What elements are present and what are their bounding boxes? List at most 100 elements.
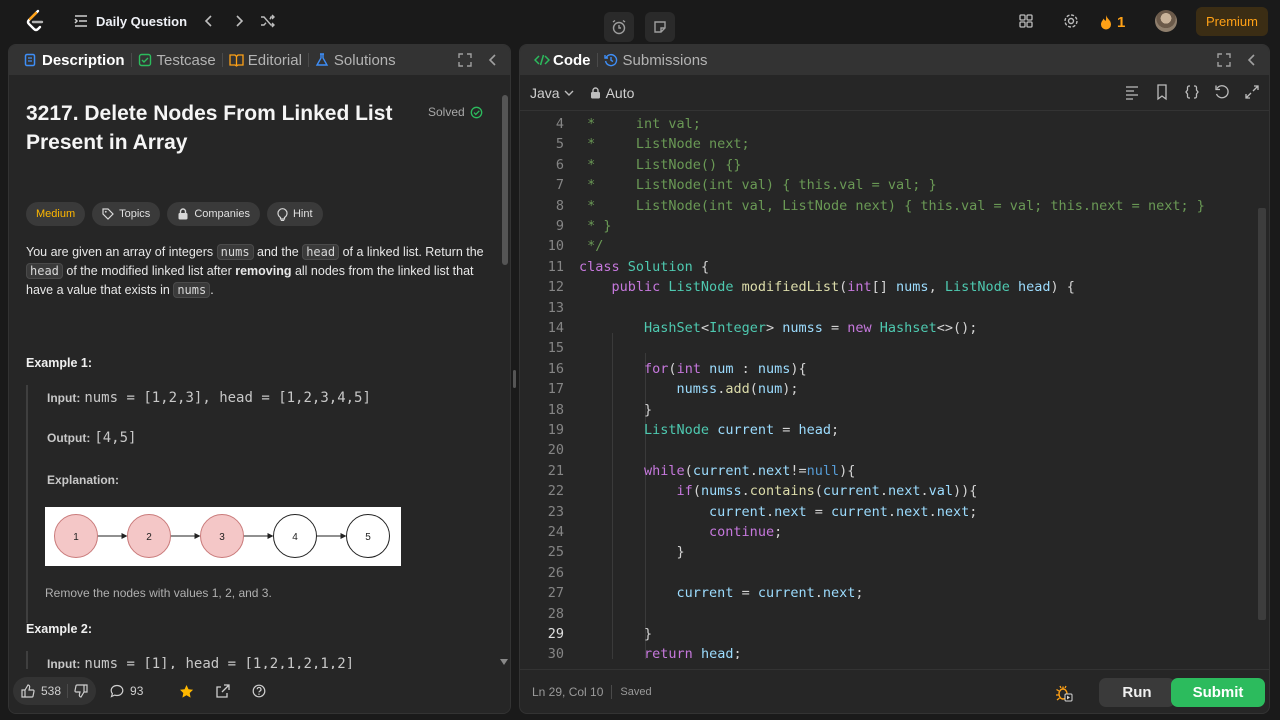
code-line[interactable]: 29 } — [520, 624, 652, 644]
layout-grid-icon[interactable] — [1015, 10, 1037, 32]
code-line[interactable]: 16 for(int num : nums){ — [520, 359, 807, 379]
like-button[interactable]: 538 — [13, 677, 97, 705]
premium-button[interactable]: Premium — [1196, 7, 1268, 36]
expand-editor-icon[interactable] — [1243, 83, 1261, 101]
share-icon[interactable] — [208, 677, 238, 705]
testcase-check-icon — [138, 53, 152, 67]
companies-chip[interactable]: Companies — [167, 202, 260, 226]
favorite-star-icon[interactable] — [171, 677, 202, 705]
thumbs-down-icon[interactable] — [74, 684, 88, 698]
run-button[interactable]: Run — [1099, 678, 1175, 707]
tab-description[interactable]: Description — [17, 45, 131, 75]
code-line[interactable]: 11 class Solution { — [520, 257, 709, 277]
code-text: return head; — [579, 644, 742, 659]
mode-label: Auto — [605, 84, 635, 101]
code-line[interactable]: 4 * int val; — [520, 114, 701, 134]
tab-editorial-label: Editorial — [247, 51, 302, 69]
leetcode-logo-icon[interactable] — [22, 8, 48, 34]
collapse-panel-chevron-left-icon[interactable] — [488, 53, 498, 67]
code-line[interactable]: 5 * ListNode next; — [520, 134, 750, 154]
curly-braces-icon[interactable] — [1183, 83, 1201, 101]
desc-text: of a linked list. Return the — [339, 245, 484, 259]
maximize-panel-icon[interactable] — [458, 53, 472, 67]
inline-code: nums — [216, 244, 254, 260]
timer-alarm-icon[interactable] — [604, 12, 634, 42]
notes-icon[interactable] — [645, 12, 675, 42]
code-line[interactable]: 10 */ — [520, 236, 604, 256]
user-avatar[interactable] — [1155, 10, 1177, 32]
daily-question-link[interactable]: Daily Question — [74, 10, 187, 32]
comments-button[interactable]: 93 — [102, 677, 151, 705]
collapse-panel-chevron-left-icon[interactable] — [1247, 53, 1257, 67]
topics-chip[interactable]: Topics — [92, 202, 161, 226]
hint-chip[interactable]: Hint — [266, 202, 323, 226]
problem-chips: Medium Topics Companies Hint — [26, 202, 323, 226]
reset-undo-icon[interactable] — [1213, 83, 1231, 101]
scroll-down-arrow-icon[interactable] — [500, 659, 508, 665]
code-line[interactable]: 20 — [520, 440, 564, 460]
code-line[interactable]: 28 — [520, 604, 564, 624]
tab-submissions[interactable]: Submissions — [598, 45, 714, 75]
editorial-book-icon — [229, 53, 244, 67]
code-line[interactable]: 17 numss.add(num); — [520, 379, 799, 399]
code-editor[interactable]: 4 * int val; 5 * ListNode next; 6 * ListNo… — [520, 111, 1257, 659]
next-question-chevron-right-icon[interactable] — [228, 10, 250, 32]
input-value: nums = [1], head = [1,2,1,2,1,2] — [84, 656, 355, 669]
tab-testcase[interactable]: Testcase — [132, 45, 222, 75]
example-1-heading: Example 1: — [26, 356, 93, 370]
code-line[interactable]: 14 HashSet<Integer> numss = new Hashset<… — [520, 318, 978, 338]
code-line[interactable]: 9 * } — [520, 216, 612, 236]
thumbs-up-icon — [21, 684, 35, 698]
submit-button[interactable]: Submit — [1171, 678, 1265, 707]
language-select[interactable]: Java — [530, 85, 574, 101]
code-line[interactable]: 30 return head; — [520, 644, 742, 659]
code-line[interactable]: 24 continue; — [520, 522, 782, 542]
explanation-label: Explanation: — [47, 473, 120, 487]
tab-code[interactable]: Code — [528, 45, 597, 75]
tab-solutions[interactable]: Solutions — [309, 45, 402, 75]
tab-solutions-label: Solutions — [333, 51, 396, 69]
code-token: ) { — [1050, 279, 1075, 296]
code-line[interactable]: 15 — [520, 338, 564, 358]
code-line[interactable]: 21 while(current.next!=null){ — [520, 461, 856, 481]
chevron-down-icon — [564, 89, 574, 97]
code-line[interactable]: 6 * ListNode() {} — [520, 155, 742, 175]
panel-resize-handle[interactable] — [513, 370, 516, 388]
code-token: ListNode — [944, 279, 1018, 296]
format-code-icon[interactable] — [1123, 83, 1141, 101]
help-question-icon[interactable] — [244, 677, 274, 705]
code-line[interactable]: 7 * ListNode(int val) { this.val = val; … — [520, 175, 937, 195]
code-line[interactable]: 8 * ListNode(int val, ListNode next) { t… — [520, 196, 1205, 216]
code-token: new — [847, 320, 880, 336]
shuffle-icon[interactable] — [257, 10, 279, 32]
line-number: 26 — [547, 564, 564, 581]
maximize-panel-icon[interactable] — [1217, 53, 1231, 67]
prev-question-chevron-left-icon[interactable] — [198, 10, 220, 32]
code-token: for — [644, 360, 669, 377]
code-line[interactable]: 18 } — [520, 400, 652, 420]
code-line[interactable]: 25 } — [520, 542, 685, 562]
example-2-block: Input: nums = [1], head = [1,2,1,2,1,2] — [26, 651, 466, 669]
code-line[interactable]: 13 — [520, 298, 564, 318]
code-line[interactable]: 27 current = current.next; — [520, 583, 864, 603]
tab-editorial[interactable]: Editorial — [223, 45, 308, 75]
code-line[interactable]: 23 current.next = current.next.next; — [520, 502, 978, 522]
code-line[interactable]: 12 public ListNode modifiedList(int[] nu… — [520, 277, 1075, 297]
streak-counter[interactable]: 1 — [1100, 11, 1125, 33]
code-line[interactable]: 19 ListNode current = head; — [520, 420, 839, 440]
editor-scrollbar[interactable] — [1258, 208, 1266, 620]
code-line[interactable]: 26 — [520, 563, 564, 583]
code-token: . — [887, 503, 897, 520]
code-token: num — [757, 381, 783, 398]
description-scrollbar[interactable] — [502, 95, 508, 265]
code-line[interactable]: 22 if(numss.contains(current.next.val)){ — [520, 481, 978, 501]
code-token: * ListNode(int val) { this.val = val; } — [579, 177, 937, 194]
code-token: ; — [733, 646, 742, 659]
debugger-bug-icon[interactable] — [1055, 684, 1073, 702]
editor-footer: Ln 29, Col 10 Saved Run Submit — [520, 669, 1269, 713]
settings-gear-icon[interactable] — [1060, 10, 1082, 32]
bookmark-icon[interactable] — [1153, 83, 1171, 101]
auto-mode-toggle[interactable]: Auto — [590, 84, 635, 101]
line-number: 10 — [547, 238, 564, 255]
